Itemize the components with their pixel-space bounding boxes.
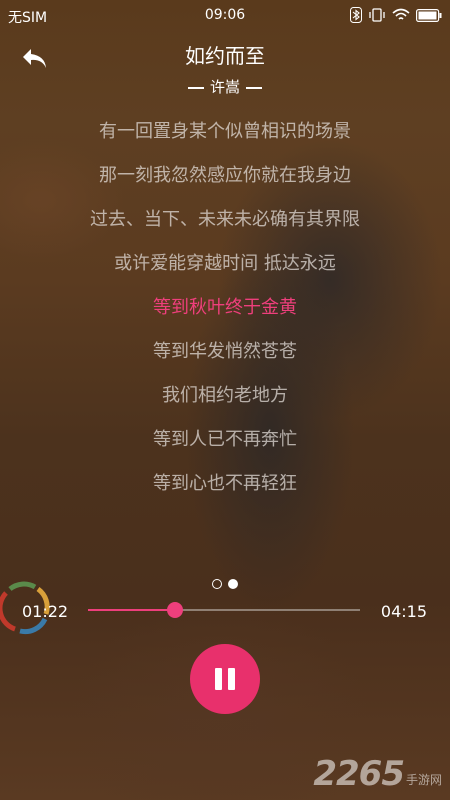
artist-row: 许嵩: [0, 76, 450, 97]
status-bar: 无SIM 09:06: [0, 0, 450, 32]
player-screen: 无SIM 09:06 如约而至 许嵩 有一回置身某个似曾相识的场景 那一刻我忽然…: [0, 0, 450, 800]
lyric-line-current: 等到秋叶终于金黄: [153, 297, 297, 318]
lyric-line: 过去、当下、未来未必确有其界限: [90, 209, 360, 230]
watermark-text: 手游网: [405, 773, 442, 787]
pause-icon: [215, 668, 222, 690]
page-dot-active[interactable]: [228, 579, 238, 589]
elapsed-time: 01:22: [22, 602, 69, 621]
song-title: 如约而至: [185, 44, 265, 68]
progress-fill: [88, 609, 176, 611]
dash-right: [246, 86, 262, 89]
progress-thumb[interactable]: [167, 602, 184, 618]
lyric-line: 等到人已不再奔忙: [153, 429, 297, 450]
battery-icon: [416, 8, 442, 22]
pause-button[interactable]: [190, 644, 260, 714]
vibrate-icon: [369, 8, 385, 22]
pause-icon-bar: [228, 668, 235, 690]
total-time: 04:15: [380, 602, 427, 621]
lyric-line: 或许爱能穿越时间 抵达永远: [114, 253, 336, 274]
watermark-number: 2265: [313, 754, 405, 794]
lyric-line: 等到心也不再轻狂: [153, 473, 297, 494]
watermark: 2265 手游网: [313, 754, 442, 794]
progress-bar[interactable]: [88, 602, 360, 618]
dash-left: [187, 86, 204, 89]
lyric-line: 等到华发悄然苍苍: [153, 341, 297, 362]
wifi-icon: [392, 8, 410, 20]
artist-name: 许嵩: [209, 78, 240, 96]
lyrics-panel[interactable]: 有一回置身某个似曾相识的场景 那一刻我忽然感应你就在我身边 过去、当下、未来未必…: [0, 110, 450, 506]
lyric-line: 我们相约老地方: [162, 385, 288, 406]
bluetooth-icon: [350, 7, 362, 23]
page-indicator[interactable]: [0, 579, 450, 589]
page-dot[interactable]: [212, 579, 222, 589]
status-icons: [350, 7, 442, 23]
lyric-line: 有一回置身某个似曾相识的场景: [99, 121, 351, 142]
lyric-line: 那一刻我忽然感应你就在我身边: [99, 165, 351, 186]
